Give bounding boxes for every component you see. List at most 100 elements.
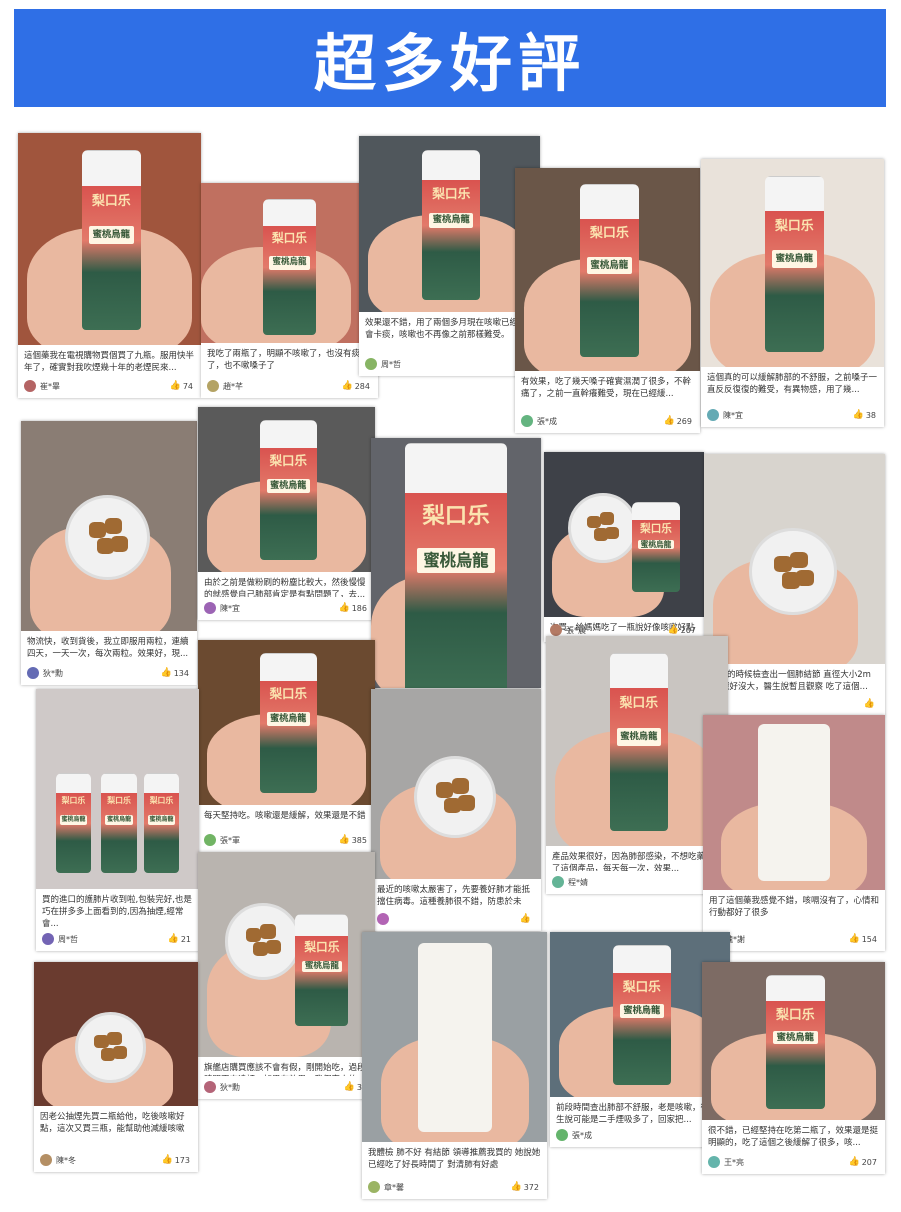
review-card[interactable]: 我體檢 肺不好 有結節 領導推薦我買的 她說她已經吃了好長時間了 對清肺有好處章… [362,932,547,1199]
avatar[interactable] [204,834,216,846]
review-photo[interactable]: 梨口乐 蜜桃烏龍 [18,133,201,345]
review-card[interactable]: 梨口乐蜜桃烏龍次買，給媽媽吃了一瓶說好像咳嗽好點又接著買了兩瓶!張*晨👍207 [544,452,704,642]
review-photo[interactable]: 梨口乐 蜜桃烏龍 梨口乐 蜜桃烏龍 梨口乐 蜜桃烏龍 [36,689,199,889]
like-button[interactable]: 👍 [520,914,533,924]
review-card[interactable]: 因老公抽煙先買二瓶給他，吃後咳嗽好點，這次又買三瓶，能幫助他減緩咳嗽 陳*冬 👍 17… [34,962,198,1172]
review-meta: 崔*畢 👍 74 [24,378,193,394]
product-logo: 梨口乐 [775,218,814,234]
avatar[interactable] [204,602,216,614]
avatar[interactable] [556,1129,568,1141]
review-card[interactable]: 梨口乐 蜜桃烏龍 由於之前是做粉刷的粉塵比較大，然後慢慢的就感覺自己肺部肯定是有點問… [198,407,375,620]
avatar[interactable] [552,876,564,888]
like-button[interactable]: 👍 [864,699,877,709]
avatar[interactable] [377,913,389,925]
review-meta: 王*亮 👍 207 [708,1154,877,1170]
product-bottle: 梨口乐 蜜桃烏龍 [262,199,317,335]
review-photo[interactable]: 梨口乐 蜜桃烏龍 [546,636,728,846]
reviewer-name: 狄*勳 [43,668,63,678]
product-name-label: 蜜桃烏龍 [637,539,675,549]
review-card[interactable]: 梨口乐 蜜桃烏龍 這個藥我在電視購物買個買了九瓶。服用快半年了，確實對我吹煙幾十年的… [18,133,201,398]
thumbs-up-icon: 👍 [663,416,675,426]
review-photo[interactable] [362,932,547,1142]
avatar[interactable] [204,1081,216,1093]
like-button[interactable]: 👍 385 [339,835,368,845]
like-button[interactable]: 👍 134 [161,668,190,678]
product-logo: 梨口乐 [269,686,307,702]
like-button[interactable]: 👍 154 [849,934,878,944]
product-logo: 梨口乐 [61,796,86,805]
like-button[interactable]: 👍 186 [339,603,368,613]
like-button[interactable]: 👍 173 [162,1155,191,1165]
reviewer-name: 狄*勳 [220,1082,240,1092]
avatar[interactable] [40,1154,52,1166]
review-photo[interactable]: 梨口乐 蜜桃烏龍 [201,183,378,343]
product-bottle: 梨口乐 蜜桃烏龍 [613,945,671,1086]
product-logo: 梨口乐 [622,979,661,995]
review-text: 最近的咳嗽太嚴害了，先要養好肺才能抵擋住病毒。這種養肺很不錯，防患於未然。 [377,885,531,907]
review-text: 每天堅持吃。咳嗽還是緩解，效果還是不錯 [204,811,366,821]
review-photo[interactable]: 梨口乐 蜜桃烏龍 [371,438,541,688]
like-button[interactable]: 👍 372 [511,1182,540,1192]
like-button[interactable]: 👍 21 [168,934,191,944]
product-name-label: 蜜桃烏龍 [105,815,133,825]
review-card[interactable]: 梨口乐 蜜桃烏龍 梨口乐 蜜桃烏龍 梨口乐 蜜桃烏龍 買的進口的護肺片收到啦,包裝完好,也是… [36,689,199,951]
avatar[interactable] [550,624,562,636]
product-name-label: 蜜桃烏龍 [147,815,176,825]
avatar[interactable] [368,1181,380,1193]
review-photo[interactable]: 梨口乐 蜜桃烏龍 [701,159,884,367]
like-button[interactable]: 👍 74 [170,381,193,391]
thumbs-up-icon: 👍 [160,668,172,678]
like-button[interactable]: 👍 207 [668,625,697,635]
review-photo[interactable] [21,421,197,631]
review-card[interactable]: 梨口乐 蜜桃烏龍 每天堅持吃。咳嗽還是緩解，效果還是不錯 張*軍 👍 385 [198,640,375,852]
product-name-label: 蜜桃烏龍 [266,479,310,494]
avatar[interactable] [365,358,377,370]
lozenge [600,512,615,526]
review-card[interactable]: 梨口乐 蜜桃烏龍 這個真的可以緩解肺部的不舒服，之前嗓子一直反反復復的難受，有異物感… [701,159,884,427]
review-card[interactable]: 物流快，收到貨後，我立即服用兩粒，連續四天，一天一次，每次兩粒。效果好，現...… [21,421,197,685]
lozenge [259,924,276,939]
product-bottle: 梨口乐 蜜桃烏龍 [422,150,481,300]
review-card[interactable]: 梨口乐 蜜桃烏龍 有效果，吃了幾天嗓子確實濕潤了很多，不幹痛了，之前一直幹癢難受，現… [515,168,700,433]
review-card[interactable]: 用了這個藥我感覺不錯，咳嗝沒有了，心情和行動都好了很多 魏*謝 👍 154 [703,715,885,951]
review-card[interactable]: 體檢的時候檢查出一個肺結節 直徑大小2mm 還好沒大，醫生說暫且觀察 吃了這個.… [704,454,885,716]
product-name-label: 蜜桃烏龍 [586,256,632,274]
product-bottle: 梨口乐 蜜桃烏龍 [259,653,317,794]
reviewer-name: 張*成 [572,1130,592,1140]
review-photo[interactable]: 梨口乐 蜜桃烏龍 [515,168,700,371]
avatar[interactable] [24,380,36,392]
avatar[interactable] [707,409,719,421]
review-photo[interactable] [34,962,198,1106]
like-button[interactable]: 👍38 [853,410,876,420]
review-photo[interactable]: 梨口乐 蜜桃烏龍 [544,452,704,617]
review-photo[interactable] [703,715,885,890]
review-photo[interactable]: 梨口乐 蜜桃烏龍 [198,640,375,805]
like-button[interactable]: 👍 269 [664,416,693,426]
like-count: 269 [676,416,692,426]
review-card[interactable]: 梨口乐 蜜桃烏龍 我吃了兩瓶了，明顯不咳嗽了，也沒有痰了，也不嗽嗓子了 趙*芊 👍 284 [201,183,378,398]
review-card[interactable]: 梨口乐蜜桃烏龍旗艦店購買應該不會有假，剛開始吃，過段時間再來追評，如果有效果，我… [198,852,375,1099]
avatar[interactable] [521,415,533,427]
review-photo[interactable]: 梨口乐 蜜桃烏龍 [198,852,375,1057]
avatar[interactable] [27,667,39,679]
lozenge [451,778,469,794]
like-button[interactable]: 👍 284 [342,381,371,391]
avatar[interactable] [42,933,54,945]
review-photo[interactable] [371,689,541,879]
thumbs-up-icon: 👍 [341,381,353,391]
review-card[interactable]: 最近的咳嗽太嚴害了，先要養好肺才能抵擋住病毒。這種養肺很不錯，防患於未然。 👍 [371,689,541,931]
lozenge [107,1031,122,1045]
review-photo[interactable]: 梨口乐 蜜桃烏龍 [359,136,540,312]
lozenge [605,526,620,540]
like-button[interactable]: 👍 207 [849,1157,878,1167]
review-photo[interactable] [704,454,885,664]
lozenge [436,782,454,798]
avatar[interactable] [207,380,219,392]
review-photo[interactable]: 梨口乐 蜜桃烏龍 [198,407,375,572]
avatar[interactable] [708,1156,720,1168]
review-card[interactable]: 梨口乐 蜜桃烏龍 效果還不錯，用了兩個多月現在咳嗽已經不會卡痰，咳嗽也不再像之前那樣… [359,136,540,376]
review-card[interactable]: 梨口乐 蜜桃烏龍 很不錯，已經堅持在吃第二瓶了，效果還是挺明顯的，吃了這個之後緩解了… [702,962,885,1174]
review-card[interactable]: 梨口乐 蜜桃烏龍 [371,438,541,688]
review-photo[interactable]: 梨口乐 蜜桃烏龍 [702,962,885,1120]
review-card[interactable]: 梨口乐 蜜桃烏龍 產品效果很好，因為肺部感染，不想吃藥，買了這個產品，每天每一次，效… [546,636,728,894]
